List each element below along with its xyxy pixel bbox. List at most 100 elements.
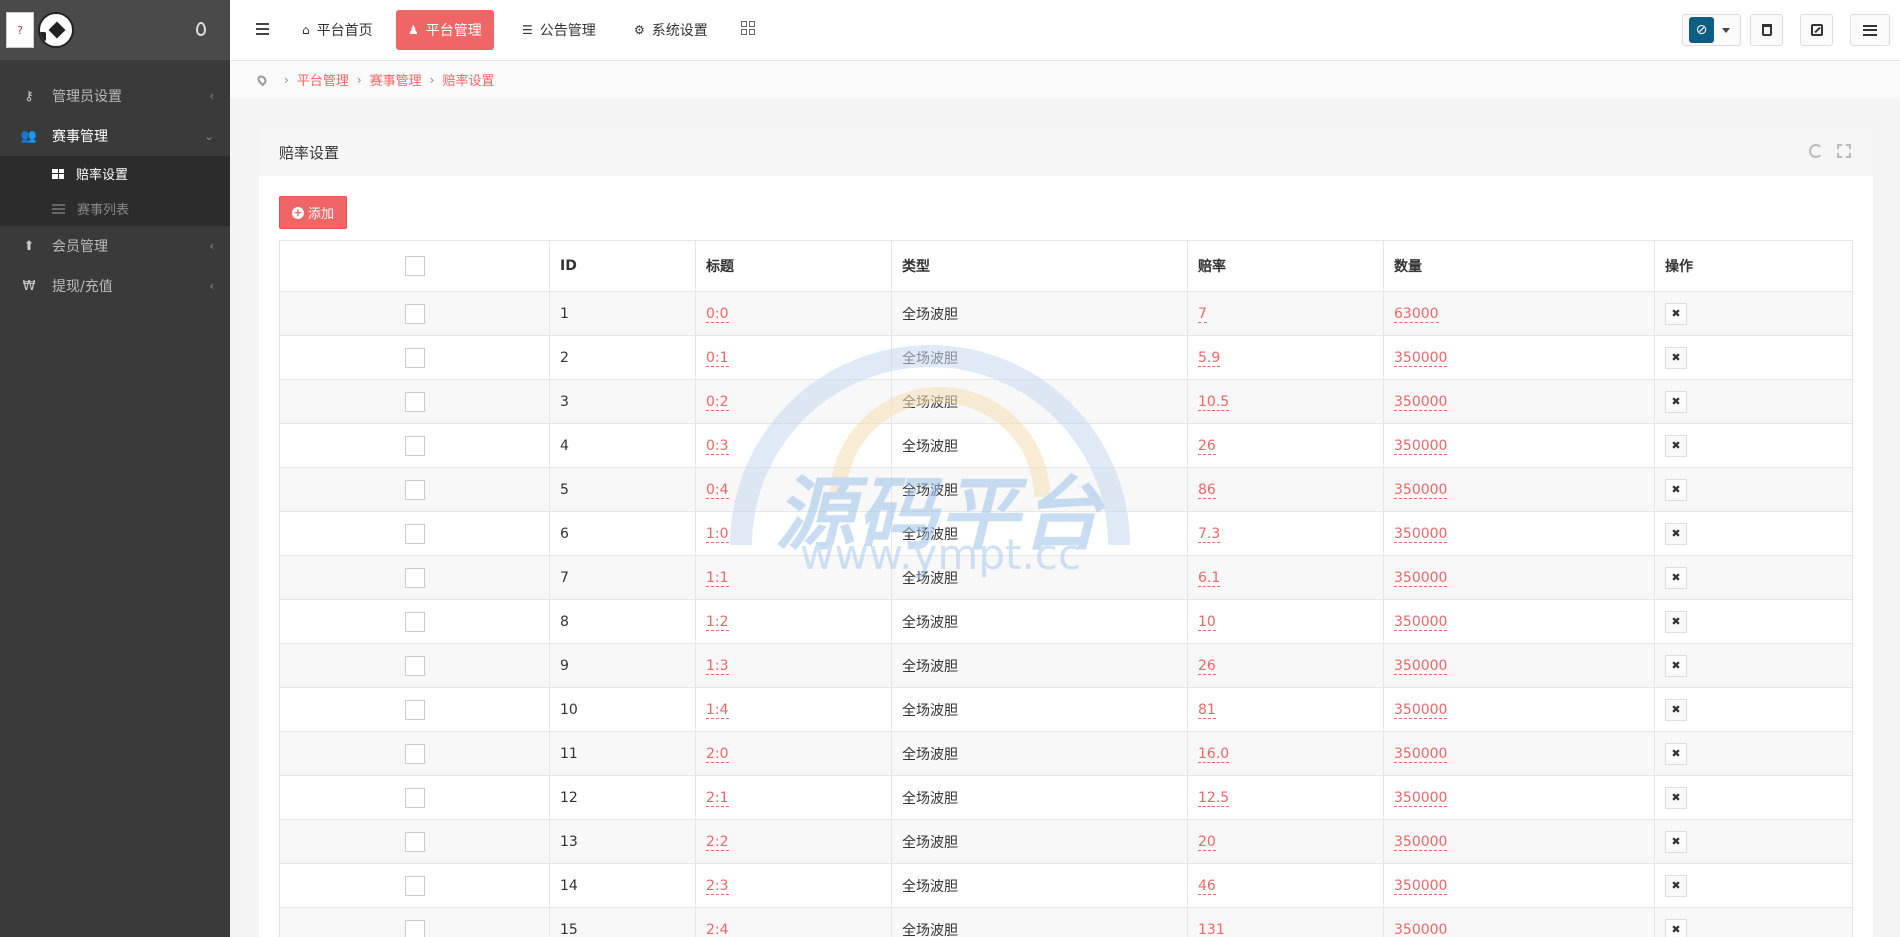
editable-odds[interactable]: 7.3 [1198,525,1221,543]
editable-quantity[interactable]: 350000 [1394,833,1448,851]
editable-title[interactable]: 1:2 [706,613,729,631]
header-id[interactable]: ID [549,240,696,292]
tab-notice[interactable]: ☰ 公告管理 [510,10,608,50]
sidebar-item-admin[interactable]: ⚷ 管理员设置 ‹ [0,76,230,116]
row-checkbox[interactable] [404,347,425,368]
header-type[interactable]: 类型 [891,240,1188,292]
editable-quantity[interactable]: 350000 [1394,437,1448,455]
tab-platform[interactable]: ♟ 平台管理 [396,10,494,50]
editable-odds[interactable]: 86 [1198,481,1216,499]
close-icon[interactable]: ✖ [1665,522,1687,545]
editable-odds[interactable]: 6.1 [1198,569,1221,587]
hamburger-icon[interactable] [256,23,269,35]
row-checkbox[interactable] [404,743,425,764]
sidebar-item-events[interactable]: 👥 赛事管理 ⌄ [0,116,230,156]
close-icon[interactable]: ✖ [1665,786,1687,809]
editable-odds[interactable]: 5.9 [1198,349,1221,367]
editable-title[interactable]: 2:2 [706,833,729,851]
tab-home[interactable]: ⌂ 平台首页 [290,10,385,50]
tab-settings[interactable]: ⚙ 系统设置 [622,10,720,50]
header-quantity[interactable]: 数量 [1383,240,1655,292]
editable-quantity[interactable]: 350000 [1394,569,1448,587]
row-checkbox[interactable] [404,787,425,808]
breadcrumb-item[interactable]: 平台管理 [297,70,349,89]
clear-cache-button[interactable] [1750,14,1783,46]
close-icon[interactable]: ✖ [1665,830,1687,853]
editable-title[interactable]: 2:1 [706,789,729,807]
editable-odds[interactable]: 10.5 [1198,393,1230,411]
editable-title[interactable]: 1:1 [706,569,729,587]
breadcrumb-item[interactable]: 赛事管理 [370,70,422,89]
row-checkbox[interactable] [404,875,425,896]
row-checkbox[interactable] [404,523,425,544]
row-checkbox[interactable] [404,831,425,852]
editable-title[interactable]: 2:4 [706,921,729,937]
editable-title[interactable]: 1:0 [706,525,729,543]
close-icon[interactable]: ✖ [1665,434,1687,457]
editable-quantity[interactable]: 350000 [1394,349,1448,367]
close-icon[interactable]: ✖ [1665,390,1687,413]
editable-title[interactable]: 2:3 [706,877,729,895]
header-title[interactable]: 标题 [695,240,892,292]
editable-quantity[interactable]: 350000 [1394,613,1448,631]
right-panel-button[interactable] [1850,14,1890,46]
editable-title[interactable]: 1:4 [706,701,729,719]
sidebar-item-withdraw[interactable]: ₩ 提现/充值 ‹ [0,266,230,306]
add-button[interactable]: + 添加 [279,196,348,229]
editable-title[interactable]: 2:0 [706,745,729,763]
close-icon[interactable]: ✖ [1665,610,1687,633]
close-icon[interactable]: ✖ [1665,346,1687,369]
editable-title[interactable]: 0:4 [706,481,729,499]
refresh-icon[interactable] [1809,144,1823,158]
row-checkbox[interactable] [404,919,425,937]
editable-title[interactable]: 0:2 [706,393,729,411]
editable-quantity[interactable]: 350000 [1394,657,1448,675]
drop-icon[interactable] [196,22,206,36]
open-site-button[interactable] [1800,14,1833,46]
editable-title[interactable]: 0:0 [706,305,729,323]
editable-title[interactable]: 1:3 [706,657,729,675]
editable-odds[interactable]: 26 [1198,437,1216,455]
editable-odds[interactable]: 131 [1198,921,1225,937]
close-icon[interactable]: ✖ [1665,742,1687,765]
row-checkbox[interactable] [404,303,425,324]
row-checkbox[interactable] [404,611,425,632]
editable-odds[interactable]: 26 [1198,657,1216,675]
select-all-checkbox[interactable] [404,256,425,276]
row-checkbox[interactable] [404,391,425,412]
editable-odds[interactable]: 10 [1198,613,1216,631]
editable-odds[interactable]: 16.0 [1198,745,1230,763]
close-icon[interactable]: ✖ [1665,918,1687,937]
grid-icon[interactable] [741,21,755,35]
sidebar-subitem-odds[interactable]: 赔率设置 [0,156,230,191]
editable-odds[interactable]: 81 [1198,701,1216,719]
editable-quantity[interactable]: 350000 [1394,481,1448,499]
editable-quantity[interactable]: 63000 [1394,305,1439,323]
editable-title[interactable]: 0:3 [706,437,729,455]
breadcrumb-item[interactable]: 赔率设置 [442,70,494,89]
editable-quantity[interactable]: 350000 [1394,745,1448,763]
editable-quantity[interactable]: 350000 [1394,789,1448,807]
close-icon[interactable]: ✖ [1665,566,1687,589]
sidebar-subitem-event-list[interactable]: 赛事列表 [0,191,230,226]
close-icon[interactable]: ✖ [1665,654,1687,677]
row-checkbox[interactable] [404,479,425,500]
editable-quantity[interactable]: 350000 [1394,701,1448,719]
close-icon[interactable]: ✖ [1665,302,1687,325]
editable-odds[interactable]: 12.5 [1198,789,1230,807]
editable-quantity[interactable]: 350000 [1394,393,1448,411]
editable-quantity[interactable]: 350000 [1394,921,1448,937]
editable-quantity[interactable]: 350000 [1394,525,1448,543]
close-icon[interactable]: ✖ [1665,698,1687,721]
row-checkbox[interactable] [404,655,425,676]
sidebar-item-members[interactable]: ⬆ 会员管理 ‹ [0,226,230,266]
header-odds[interactable]: 赔率 [1187,240,1384,292]
close-icon[interactable]: ✖ [1665,874,1687,897]
editable-odds[interactable]: 7 [1198,305,1207,323]
row-checkbox[interactable] [404,699,425,720]
editable-quantity[interactable]: 350000 [1394,877,1448,895]
editable-title[interactable]: 0:1 [706,349,729,367]
row-checkbox[interactable] [404,567,425,588]
user-menu-button[interactable]: ⊘ [1682,14,1741,46]
editable-odds[interactable]: 46 [1198,877,1216,895]
